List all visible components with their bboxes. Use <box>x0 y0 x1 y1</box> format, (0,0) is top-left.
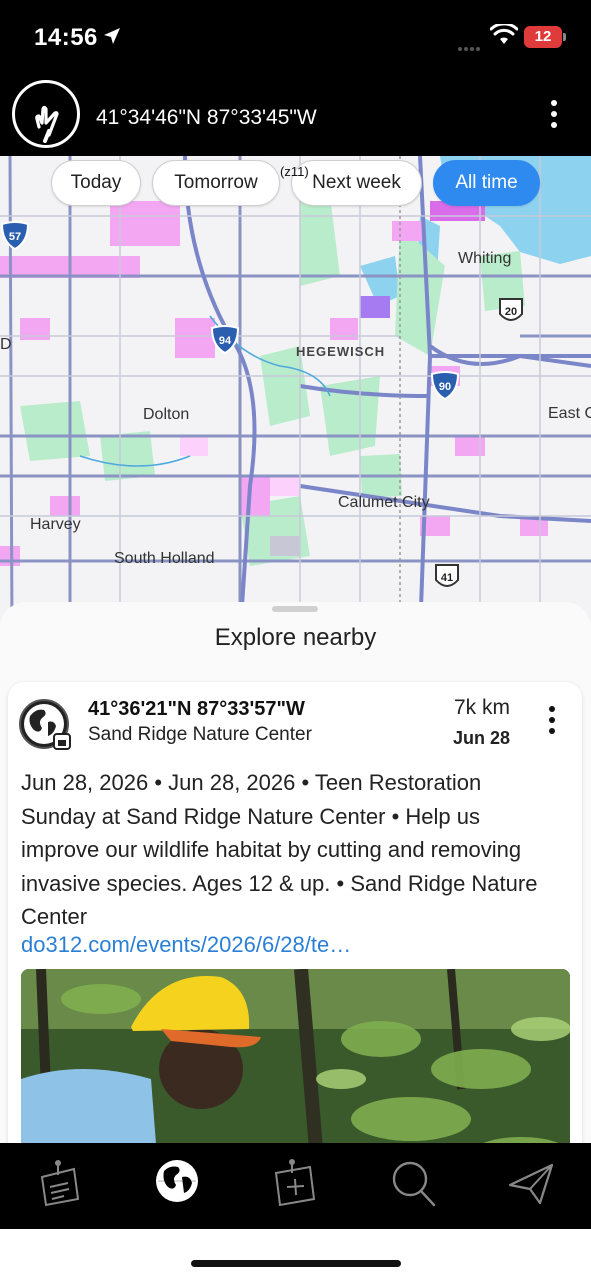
send-icon[interactable] <box>506 1159 556 1209</box>
note-pin-icon[interactable] <box>34 1159 84 1209</box>
more-vertical-icon[interactable] <box>546 706 558 738</box>
filter-all-time-button[interactable]: All time <box>433 160 540 206</box>
event-distance: 7k km <box>453 696 510 719</box>
svg-text:41: 41 <box>441 572 453 584</box>
map-label-hegewisch: HEGEWISCH <box>296 344 386 359</box>
event-coordinates: 41°36'21"N 87°33'57"W <box>88 698 305 720</box>
map-label-district: D <box>0 336 12 353</box>
globe-icon[interactable] <box>152 1159 202 1209</box>
map-label-whiting: Whiting <box>458 250 512 267</box>
event-photo[interactable] <box>21 969 570 1162</box>
location-arrow-icon <box>104 28 120 44</box>
map-label-south-holland: South Holland <box>114 550 215 567</box>
event-card[interactable]: 41°36'21"N 87°33'57"W Sand Ridge Nature … <box>8 682 582 1162</box>
home-indicator-area <box>0 1229 591 1280</box>
us-41-shield: 41 <box>432 562 462 592</box>
event-description: Jun 28, 2026 • Jun 28, 2026 • Teen Resto… <box>21 770 538 929</box>
sheet-title: Explore nearby <box>214 624 377 651</box>
home-indicator[interactable] <box>191 1260 401 1267</box>
svg-text:57: 57 <box>9 231 21 243</box>
more-vertical-icon[interactable] <box>544 100 564 136</box>
event-place-name: Sand Ridge Nature Center <box>88 724 312 745</box>
zoom-level: (z11) <box>280 164 309 179</box>
svg-text:94: 94 <box>219 335 232 347</box>
interstate-57-shield: 57 <box>0 220 30 250</box>
svg-text:20: 20 <box>505 306 517 318</box>
filter-today-button[interactable]: Today <box>51 160 141 206</box>
event-link[interactable]: do312.com/events/2026/6/28/te… <box>21 932 351 958</box>
us-20-shield: 20 <box>496 296 526 326</box>
map-view[interactable]: Whiting HEGEWISCH Dolton East C Calumet … <box>0 156 591 636</box>
filter-next-week-button[interactable]: Next week <box>291 160 422 206</box>
wifi-icon <box>490 24 518 44</box>
map-label-harvey: Harvey <box>30 516 81 533</box>
current-coordinates: 41°34'46"N 87°33'45"W <box>96 106 317 129</box>
map-label-calumet-city: Calumet City <box>338 494 430 511</box>
svg-text:90: 90 <box>439 381 451 393</box>
status-bar: 14:56 12 <box>0 0 591 76</box>
battery-indicator: 12 <box>524 26 566 48</box>
globe-calendar-icon <box>18 698 74 754</box>
status-time: 14:56 <box>34 24 98 51</box>
signal-icon <box>458 38 484 51</box>
filter-tomorrow-button[interactable]: Tomorrow <box>152 160 280 206</box>
explore-sheet: Explore nearby 41°36'21"N 87°33'57"W San… <box>0 602 591 1162</box>
interstate-90-shield: 90 <box>430 370 460 400</box>
tab-bar <box>0 1143 591 1229</box>
sheet-drag-handle[interactable] <box>272 606 318 612</box>
event-date: Jun 28 <box>452 728 510 748</box>
app-header: 41°34'46"N 87°33'45"W <box>0 76 591 156</box>
add-note-icon[interactable] <box>270 1159 320 1209</box>
search-icon[interactable] <box>388 1159 438 1209</box>
map-label-dolton: Dolton <box>143 406 190 423</box>
map-canvas <box>0 156 591 636</box>
hand-pointer-logo-icon[interactable] <box>12 80 80 148</box>
map-label-east: East C <box>548 405 591 422</box>
interstate-94-shield: 94 <box>210 324 240 354</box>
